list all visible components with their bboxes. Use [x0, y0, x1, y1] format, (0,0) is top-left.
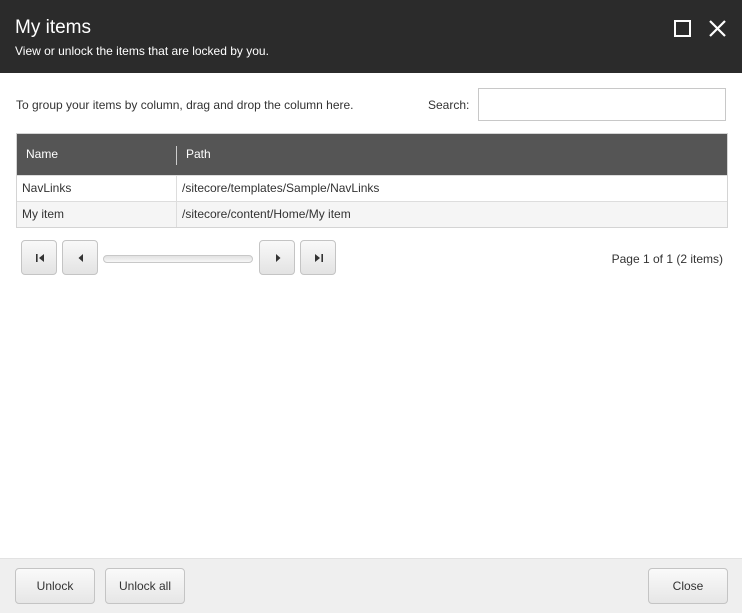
pager-prev-button[interactable] — [62, 240, 98, 275]
dialog-title: My items — [15, 17, 91, 38]
close-dialog-button[interactable] — [707, 17, 729, 39]
cell-name: My item — [22, 207, 64, 221]
close-button[interactable]: Close — [648, 568, 728, 604]
unlock-all-button[interactable]: Unlock all — [105, 568, 185, 604]
group-by-hint: To group your items by column, drag and … — [16, 98, 354, 112]
pager-last-button[interactable] — [300, 240, 336, 275]
table-row[interactable]: My item /sitecore/content/Home/My item — [17, 201, 727, 227]
search-label: Search: — [428, 98, 470, 112]
cell-divider — [176, 202, 177, 227]
cell-divider — [176, 176, 177, 201]
dialog-subtitle: View or unlock the items that are locked… — [15, 44, 269, 58]
table-row[interactable]: NavLinks /sitecore/templates/Sample/NavL… — [17, 175, 727, 201]
search-input[interactable] — [478, 88, 726, 121]
pager-info: Page 1 of 1 (2 items) — [611, 252, 723, 266]
maximize-icon — [674, 20, 691, 37]
grid-header: Name Path — [17, 134, 727, 175]
pager-next-button[interactable] — [259, 240, 295, 275]
column-header-name[interactable]: Name — [17, 134, 185, 175]
seek-last-icon — [315, 254, 323, 262]
items-grid: Name Path NavLinks /sitecore/templates/S… — [16, 133, 728, 228]
close-icon — [709, 20, 726, 37]
seek-first-icon — [36, 254, 44, 262]
unlock-button[interactable]: Unlock — [15, 568, 95, 604]
pager-slider[interactable] — [103, 255, 253, 263]
cell-path: /sitecore/templates/Sample/NavLinks — [182, 181, 380, 195]
cell-path: /sitecore/content/Home/My item — [182, 207, 351, 221]
pager-first-button[interactable] — [21, 240, 57, 275]
dialog-footer: Unlock Unlock all Close — [0, 558, 742, 613]
cell-name: NavLinks — [22, 181, 72, 195]
seek-prev-icon — [78, 254, 83, 262]
column-header-path[interactable]: Path — [177, 134, 726, 175]
seek-next-icon — [276, 254, 281, 262]
dialog-titlebar: My items View or unlock the items that a… — [0, 0, 742, 73]
maximize-button[interactable] — [672, 17, 694, 39]
